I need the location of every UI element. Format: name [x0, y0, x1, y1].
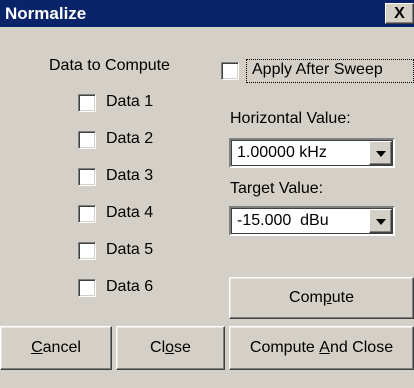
close-button-label: Close — [150, 339, 191, 356]
data-4-checkbox[interactable] — [78, 205, 96, 223]
data-to-compute-heading: Data to Compute — [49, 57, 170, 74]
data-2-label: Data 2 — [106, 130, 154, 147]
chevron-down-icon — [376, 151, 386, 157]
compute-button-label: Compute — [289, 289, 354, 306]
horizontal-dropdown-button[interactable] — [369, 141, 392, 165]
data-3-checkbox[interactable] — [78, 168, 96, 186]
target-value-label: Target Value: — [230, 180, 324, 197]
data-4-label: Data 4 — [106, 204, 154, 221]
horizontal-value-text: 1.00000 kHz — [237, 144, 327, 161]
data-5-checkbox[interactable] — [78, 242, 96, 260]
data-6-checkbox[interactable] — [78, 279, 96, 297]
apply-after-sweep-checkbox[interactable] — [221, 62, 239, 80]
data-1-label: Data 1 — [106, 93, 154, 110]
data-6-label: Data 6 — [106, 278, 154, 295]
compute-button[interactable]: Compute — [229, 277, 414, 319]
apply-after-sweep-label: Apply After Sweep — [252, 61, 383, 78]
data-1-checkbox[interactable] — [78, 94, 96, 112]
close-button[interactable]: Close — [116, 326, 225, 370]
target-dropdown-button[interactable] — [369, 209, 392, 233]
target-value-select[interactable]: -15.000 dBu — [229, 206, 395, 236]
chevron-down-icon — [376, 219, 386, 225]
close-icon: X — [394, 5, 405, 22]
data-2-checkbox[interactable] — [78, 131, 96, 149]
apply-after-sweep-focus[interactable]: Apply After Sweep — [246, 59, 414, 83]
horizontal-value-label: Horizontal Value: — [230, 110, 351, 127]
title-bar[interactable]: Normalize X — [0, 0, 414, 27]
compute-and-close-button-label: Compute And Close — [249, 339, 394, 356]
data-3-label: Data 3 — [106, 167, 154, 184]
horizontal-value-select[interactable]: 1.00000 kHz — [229, 138, 395, 168]
compute-and-close-button[interactable]: Compute And Close — [229, 326, 414, 370]
target-value-text: -15.000 dBu — [237, 212, 329, 229]
cancel-button[interactable]: Cancel — [0, 326, 112, 370]
cancel-button-label: Cancel — [31, 339, 81, 356]
window-title: Normalize — [5, 4, 87, 23]
data-5-label: Data 5 — [106, 241, 154, 258]
close-window-button[interactable]: X — [385, 3, 414, 24]
